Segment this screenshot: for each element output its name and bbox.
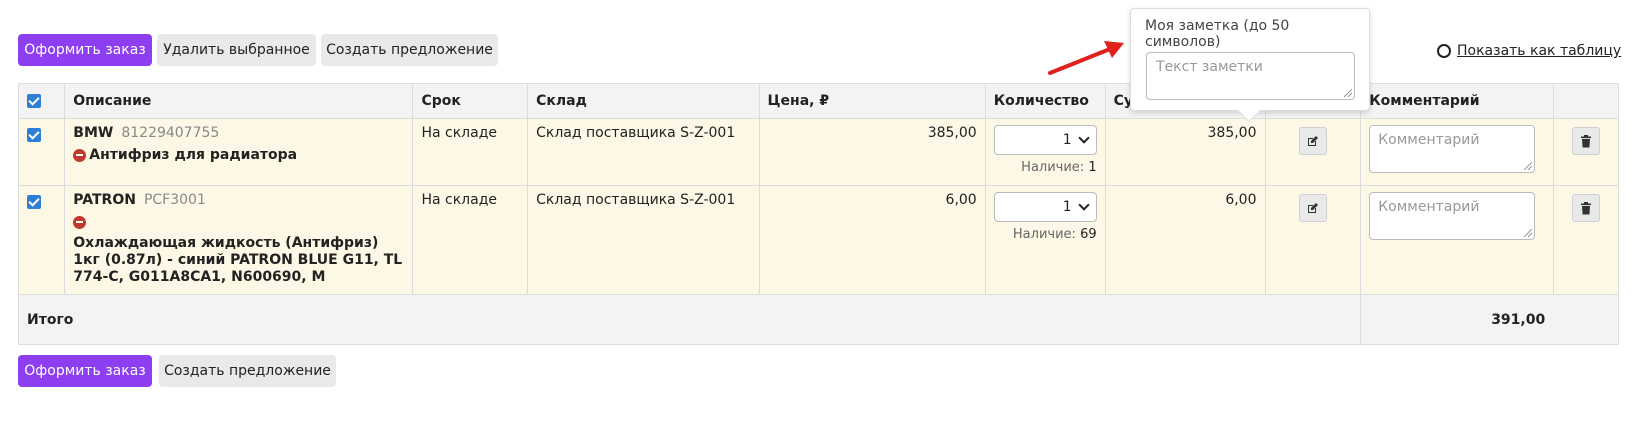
warehouse-cell: Склад поставщика S-Z-001 (527, 185, 760, 295)
edit-icon (1308, 135, 1319, 146)
price-cell: 6,00 (758, 185, 986, 295)
product-name: Охлаждающая жидкость (Антифриз) 1кг (0.8… (73, 235, 403, 285)
product-name: Антифриз для радиатора (89, 147, 298, 163)
unavailable-icon (73, 215, 87, 229)
term-cell: На складе (412, 118, 529, 186)
total-row: Итого 391,00 (17, 294, 1620, 345)
note-input[interactable]: Текст заметки (1146, 52, 1355, 100)
total-value: 391,00 (1360, 294, 1554, 345)
header-delete (1552, 83, 1620, 119)
select-all-checkbox[interactable] (27, 93, 41, 108)
header-term: Срок (412, 83, 529, 119)
table-row: BMW 81229407755 Антифриз для радиатора На… (17, 118, 1620, 186)
header-comment: Комментарий (1360, 83, 1554, 119)
chevron-down-icon (1077, 199, 1090, 211)
product-article[interactable]: PCF3001 (144, 192, 206, 208)
header-description: Описание (64, 83, 414, 119)
comment-field[interactable]: Комментарий (1369, 125, 1536, 173)
row-checkbox[interactable] (27, 128, 41, 142)
view-toggle[interactable]: Показать как таблицу (1437, 43, 1621, 59)
order-button-bottom[interactable]: Оформить заказ (18, 355, 152, 387)
product-brand: PATRON (73, 192, 136, 208)
edit-note-button[interactable] (1298, 127, 1327, 155)
sum-cell: 6,00 (1104, 185, 1266, 295)
edit-note-button[interactable] (1298, 194, 1327, 222)
row-checkbox[interactable] (27, 195, 41, 209)
price-cell: 385,00 (758, 118, 986, 186)
cart-table: Описание Срок Склад Цена, ₽ Количество С… (17, 83, 1620, 345)
term-cell: На складе (412, 185, 529, 295)
table-row: PATRON PCF3001 Охлаждающая жидкость (Анти… (17, 185, 1620, 295)
show-as-table-link[interactable]: Показать как таблицу (1457, 43, 1621, 59)
comment-field[interactable]: Комментарий (1369, 192, 1536, 240)
order-button[interactable]: Оформить заказ (18, 34, 152, 66)
create-offer-button-bottom[interactable]: Создать предложение (159, 355, 336, 387)
header-warehouse: Склад (527, 83, 760, 119)
quantity-select[interactable]: 1 (993, 125, 1097, 155)
quantity-value: 1 (1062, 199, 1072, 215)
total-label: Итого (17, 294, 1362, 345)
header-quantity: Количество (984, 83, 1106, 119)
sum-cell: 385,00 (1104, 118, 1266, 186)
header-price: Цена, ₽ (758, 83, 986, 119)
stock-info: Наличие: 1 (1021, 160, 1097, 175)
product-article[interactable]: 81229407755 (121, 125, 219, 141)
delete-selected-button[interactable]: Удалить выбранное (157, 34, 316, 66)
select-all-cell[interactable] (17, 83, 66, 119)
radio-icon[interactable] (1437, 44, 1451, 58)
stock-info: Наличие: 69 (1012, 227, 1097, 242)
quantity-value: 1 (1062, 132, 1072, 148)
chevron-down-icon (1077, 132, 1090, 144)
unavailable-icon (73, 148, 87, 162)
product-brand: BMW (73, 125, 114, 141)
create-offer-button[interactable]: Создать предложение (321, 34, 498, 66)
trash-icon (1580, 134, 1591, 147)
warehouse-cell: Склад поставщика S-Z-001 (527, 118, 760, 186)
red-arrow-icon (1048, 41, 1124, 75)
note-popover: Моя заметка (до 50 символов) Текст замет… (1130, 8, 1370, 123)
trash-icon (1580, 201, 1591, 214)
quantity-select[interactable]: 1 (993, 192, 1097, 222)
delete-row-button[interactable] (1571, 127, 1600, 155)
table-header-row: Описание Срок Склад Цена, ₽ Количество С… (17, 83, 1620, 119)
delete-row-button[interactable] (1571, 194, 1600, 222)
edit-icon (1308, 202, 1319, 213)
